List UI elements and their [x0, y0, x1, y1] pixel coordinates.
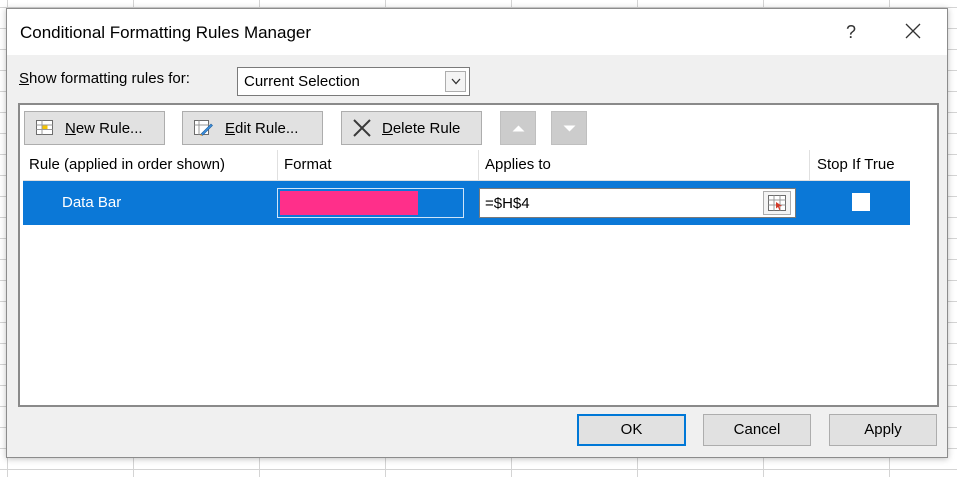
ok-button[interactable]: OK [577, 414, 686, 446]
rules-toolbar: New Rule... Edit Rule... Delete Rule [20, 105, 937, 148]
range-picker-button[interactable] [763, 191, 791, 215]
title-bar: Conditional Formatting Rules Manager ? [7, 9, 947, 55]
scope-dropdown[interactable]: Current Selection [237, 67, 470, 96]
edit-rule-text: dit Rule... [235, 120, 299, 137]
chevron-down-icon [451, 78, 460, 85]
edit-rule-accel: E [225, 120, 236, 137]
delete-rule-button[interactable]: Delete Rule [341, 111, 482, 145]
show-rules-label: Show formatting rules for: [19, 70, 190, 87]
column-header-stop-if-true[interactable]: Stop If True [810, 150, 910, 180]
arrow-down-icon [563, 125, 576, 132]
delete-rule-text: elete Rule [392, 120, 461, 137]
new-rule-icon [36, 120, 53, 135]
arrow-up-icon [512, 125, 525, 132]
new-rule-label: New Rule... [65, 120, 143, 137]
edit-rule-icon [194, 120, 213, 136]
apply-button[interactable]: Apply [829, 414, 937, 446]
delete-rule-accel: D [382, 120, 393, 137]
delete-rule-label: Delete Rule [382, 120, 460, 137]
rule-name: Data Bar [62, 194, 122, 211]
new-rule-button[interactable]: New Rule... [24, 111, 165, 145]
range-select-icon [768, 195, 786, 211]
format-preview [277, 188, 464, 218]
column-header-format[interactable]: Format [278, 150, 479, 180]
column-header-rule[interactable]: Rule (applied in order shown) [23, 150, 278, 180]
show-rules-label-text: how formatting rules for: [29, 70, 190, 87]
scope-dropdown-button[interactable] [445, 71, 466, 92]
edit-rule-button[interactable]: Edit Rule... [182, 111, 323, 145]
rules-manager-dialog: Conditional Formatting Rules Manager ? S… [6, 8, 948, 458]
applies-to-field[interactable]: =$H$4 [479, 188, 796, 218]
applies-to-value: =$H$4 [485, 195, 530, 212]
rules-panel: New Rule... Edit Rule... Delete Rule Rul… [18, 103, 939, 407]
dialog-title: Conditional Formatting Rules Manager [20, 23, 312, 42]
show-rules-label-accel: S [19, 70, 30, 87]
move-up-button[interactable] [500, 111, 536, 145]
column-header-applies-to[interactable]: Applies to [479, 150, 810, 180]
rules-grid-header: Rule (applied in order shown) Format App… [23, 150, 910, 181]
move-down-button[interactable] [551, 111, 587, 145]
close-button[interactable] [896, 19, 930, 45]
close-x-icon [905, 23, 921, 39]
new-rule-accel: N [65, 120, 76, 137]
rule-row-data-bar[interactable]: Data Bar =$H$4 [23, 181, 910, 225]
scope-dropdown-value: Current Selection [244, 73, 360, 90]
stop-if-true-checkbox[interactable] [852, 193, 870, 211]
cancel-button[interactable]: Cancel [703, 414, 811, 446]
help-button[interactable]: ? [839, 19, 863, 45]
edit-rule-label: Edit Rule... [225, 120, 298, 137]
delete-x-icon [353, 119, 371, 137]
new-rule-text: ew Rule... [75, 120, 143, 137]
data-bar-swatch [280, 191, 418, 215]
